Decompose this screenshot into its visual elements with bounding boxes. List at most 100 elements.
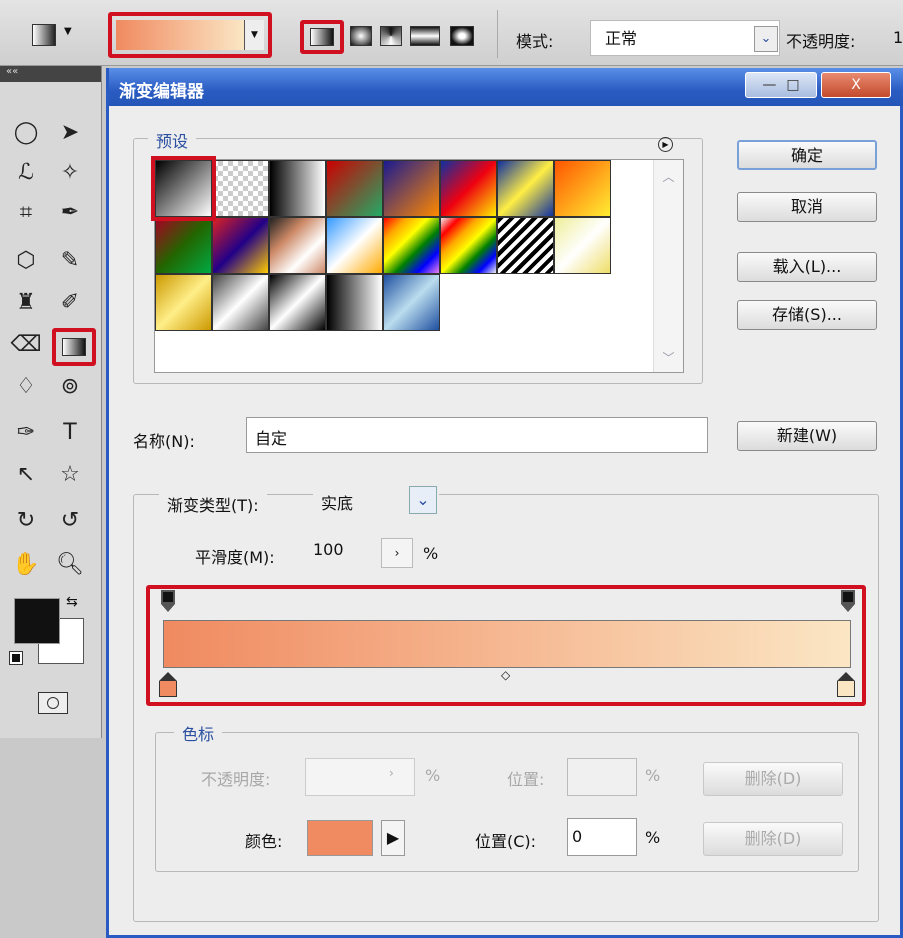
midpoint-diamond-icon[interactable]: ◇ [501, 668, 510, 682]
delete-opacity-stop-button: 删除(D) [703, 762, 843, 796]
preset-swatch[interactable] [155, 274, 212, 331]
preset-swatch[interactable] [554, 160, 611, 217]
healing-brush-icon[interactable]: ⬡ [8, 246, 44, 276]
mode-label: 模式: [516, 32, 554, 51]
stop-color-menu-icon[interactable]: ▶ [381, 820, 405, 856]
preset-swatch[interactable] [383, 217, 440, 274]
preset-swatch[interactable] [326, 274, 383, 331]
close-button[interactable]: X [821, 72, 891, 98]
smoothness-slider-button[interactable]: › [381, 538, 413, 568]
gradient-type-dropdown-icon[interactable]: ⌄ [409, 486, 437, 514]
3d-orbit-icon[interactable]: ↺ [52, 506, 88, 536]
gradient-tool-icon[interactable] [52, 328, 96, 366]
mode-select[interactable]: 正常 [590, 20, 780, 56]
hand-tool-icon[interactable]: ✋ [8, 550, 44, 580]
name-label: 名称(N): [133, 432, 195, 451]
color-stop-left[interactable] [159, 672, 177, 697]
history-brush-icon[interactable]: ✐ [52, 288, 88, 318]
save-button[interactable]: 存储(S)... [737, 300, 877, 330]
dialog-title: 渐变编辑器 [119, 82, 204, 102]
preset-swatch[interactable] [155, 217, 212, 274]
stop-opacity-label: 不透明度: [201, 770, 271, 789]
collapse-icon[interactable]: «« [6, 66, 18, 77]
preset-swatch[interactable] [151, 156, 216, 221]
preset-swatch[interactable] [554, 217, 611, 274]
color-stop-right[interactable] [837, 672, 855, 697]
dodge-tool-icon[interactable]: ⊚ [52, 372, 88, 402]
move-tool-icon[interactable]: ➤ [52, 118, 88, 148]
minimize-button[interactable]: — [762, 77, 776, 93]
gradient-picker-arrow-icon[interactable]: ▼ [244, 20, 264, 50]
preset-swatch[interactable] [269, 160, 326, 217]
marquee-tool-icon[interactable]: ◯ [8, 118, 44, 148]
eraser-tool-icon[interactable]: ⌫ [8, 330, 44, 360]
preset-swatch[interactable] [269, 217, 326, 274]
preset-swatch[interactable] [440, 217, 497, 274]
linear-gradient-button[interactable] [300, 20, 344, 54]
gradient-picker[interactable]: ▼ [108, 12, 272, 58]
gradient-tool-preset-icon[interactable] [32, 24, 56, 46]
scroll-down-icon[interactable]: ﹀ [654, 349, 683, 366]
lasso-tool-icon[interactable]: ℒ [8, 158, 44, 188]
type-tool-icon[interactable]: T [52, 418, 88, 448]
ok-button[interactable]: 确定 [737, 140, 877, 170]
magic-wand-icon[interactable]: ✧ [52, 158, 88, 188]
close-icon: X [851, 77, 861, 93]
preset-swatch[interactable] [326, 217, 383, 274]
preset-swatch[interactable] [212, 274, 269, 331]
mode-dropdown-icon[interactable]: ⌄ [754, 26, 778, 52]
radial-gradient-button[interactable] [350, 26, 372, 46]
path-selection-icon[interactable]: ↖ [8, 460, 44, 490]
preset-swatch[interactable] [383, 160, 440, 217]
gradient-preview-bar[interactable] [163, 620, 851, 668]
preset-swatch[interactable] [212, 217, 269, 274]
preset-swatch[interactable] [269, 274, 326, 331]
quick-mask-icon[interactable] [38, 692, 68, 714]
default-colors-icon[interactable] [9, 651, 23, 665]
opacity-value[interactable]: 1 [893, 28, 903, 47]
new-button[interactable]: 新建(W) [737, 421, 877, 451]
stop-position2-input[interactable]: 0 [567, 818, 637, 856]
maximize-button[interactable]: □ [786, 77, 799, 93]
tool-preset-dropdown-icon[interactable]: ▼ [64, 26, 72, 37]
options-bar: ▼ ▼ 模式: 正常 ⌄ 不透明度: 1 [0, 0, 903, 66]
preset-swatch[interactable] [383, 274, 440, 331]
preset-swatch[interactable] [440, 160, 497, 217]
load-button[interactable]: 载入(L)... [737, 252, 877, 282]
opacity-stop-right[interactable] [841, 590, 855, 612]
opacity-label: 不透明度: [786, 32, 856, 51]
zoom-tool-icon[interactable]: 🔍︎ [52, 550, 88, 580]
preset-swatch[interactable] [497, 217, 554, 274]
brush-tool-icon[interactable]: ✎ [52, 246, 88, 276]
gradient-type-value: 实底 [321, 494, 354, 513]
preset-swatch[interactable] [497, 160, 554, 217]
pen-tool-icon[interactable]: ✑ [8, 418, 44, 448]
presets-menu-icon[interactable]: ▶ [658, 137, 673, 152]
stop-position2-label: 位置(C): [475, 832, 537, 851]
gradient-preview [116, 20, 244, 50]
stop-position2-percent: % [645, 828, 661, 847]
smoothness-input[interactable]: 100 [307, 536, 377, 568]
crop-tool-icon[interactable]: ⌗ [8, 198, 44, 228]
diamond-gradient-button[interactable] [450, 26, 474, 46]
preset-swatch[interactable] [326, 160, 383, 217]
presets-scrollbar[interactable]: ︿ ﹀ [653, 160, 683, 372]
eyedropper-icon[interactable]: ✒ [52, 198, 88, 228]
blur-tool-icon[interactable]: ♢ [8, 372, 44, 402]
swap-colors-icon[interactable]: ⇆ [66, 594, 78, 610]
angle-gradient-button[interactable] [380, 26, 402, 46]
stop-opacity-input [305, 758, 415, 796]
cancel-button[interactable]: 取消 [737, 192, 877, 222]
toolbox-header[interactable]: «« [0, 66, 101, 82]
stop-opacity-slider-icon: › [389, 766, 394, 780]
name-input[interactable]: 自定 [246, 417, 708, 453]
foreground-color-swatch[interactable] [14, 598, 60, 644]
scroll-up-icon[interactable]: ︿ [654, 168, 683, 185]
preset-swatch[interactable] [212, 160, 269, 217]
stop-color-swatch[interactable] [307, 820, 373, 856]
opacity-stop-left[interactable] [161, 590, 175, 612]
custom-shape-icon[interactable]: ☆ [52, 460, 88, 490]
clone-stamp-icon[interactable]: ♜ [8, 288, 44, 318]
reflected-gradient-button[interactable] [410, 26, 440, 46]
3d-rotate-icon[interactable]: ↻ [8, 506, 44, 536]
